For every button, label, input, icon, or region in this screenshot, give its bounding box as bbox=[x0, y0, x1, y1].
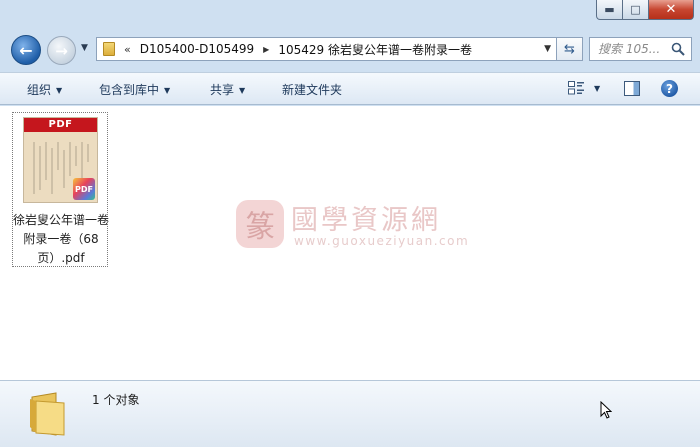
share-menu[interactable]: 共享 ▼ bbox=[210, 81, 245, 98]
close-button[interactable]: ✕ bbox=[649, 0, 694, 20]
address-dropdown-icon[interactable]: ▼ bbox=[544, 44, 551, 54]
include-in-library-menu[interactable]: 包含到库中 ▼ bbox=[99, 81, 170, 98]
command-bar: 组织 ▼ 包含到库中 ▼ 共享 ▼ 新建文件夹 ▼ ? bbox=[0, 72, 700, 105]
pdf-app-badge-icon: PDF bbox=[73, 178, 95, 200]
search-input[interactable] bbox=[598, 42, 676, 56]
folder-icon bbox=[103, 42, 115, 56]
watermark: 篆 國學資源網 www.guoxueziyuan.com bbox=[236, 198, 496, 254]
file-name-label[interactable]: 徐岩叟公年谱一卷附录一卷（68页）.pdf bbox=[13, 211, 109, 268]
refresh-button[interactable]: ⇆ bbox=[557, 37, 583, 61]
watermark-url: www.guoxueziyuan.com bbox=[294, 234, 470, 248]
organize-label: 组织 bbox=[27, 83, 52, 97]
caption-buttons: ▬ □ ✕ bbox=[596, 0, 694, 21]
recent-pages-dropdown[interactable]: ▼ bbox=[81, 43, 88, 53]
share-label: 共享 bbox=[210, 83, 235, 97]
address-bar[interactable]: « D105400-D105499 ▶ 105429 徐岩叟公年谱一卷附录一卷 … bbox=[96, 37, 557, 61]
maximize-button[interactable]: □ bbox=[623, 0, 649, 20]
organize-menu[interactable]: 组织 ▼ bbox=[27, 81, 62, 98]
item-count-status: 1 个对象 bbox=[92, 393, 140, 407]
chevron-down-icon: ▼ bbox=[239, 86, 246, 95]
search-box bbox=[589, 37, 692, 61]
chevron-down-icon: ▼ bbox=[164, 86, 171, 95]
navigation-bar: ← → ▼ « D105400-D105499 ▶ 105429 徐岩叟公年谱一… bbox=[0, 32, 700, 68]
forward-button[interactable]: → bbox=[47, 36, 76, 65]
pdf-thumbnail: PDF PDF bbox=[23, 117, 98, 203]
chevron-down-icon: ▼ bbox=[56, 86, 63, 95]
file-item-pdf[interactable]: PDF PDF 徐岩叟公年谱一卷附录一卷（68页）.pdf bbox=[12, 112, 109, 268]
mouse-cursor-icon bbox=[600, 401, 612, 419]
explorer-window: ▬ □ ✕ ← → ▼ « D105400-D105499 ▶ 105429 徐… bbox=[0, 0, 700, 447]
new-folder-label: 新建文件夹 bbox=[282, 83, 343, 97]
details-pane: 1 个对象 bbox=[0, 380, 700, 447]
new-folder-button[interactable]: 新建文件夹 bbox=[282, 81, 342, 98]
search-icon[interactable] bbox=[671, 42, 685, 56]
include-in-library-label: 包含到库中 bbox=[99, 83, 160, 97]
breadcrumb-segment-range[interactable]: D105400-D105499 bbox=[140, 42, 254, 56]
view-options-dropdown-icon[interactable]: ▼ bbox=[594, 84, 600, 93]
watermark-title: 國學資源網 bbox=[291, 205, 441, 236]
preview-pane-icon[interactable] bbox=[624, 81, 640, 96]
back-arrow-icon: ← bbox=[19, 40, 33, 60]
refresh-icon: ⇆ bbox=[564, 41, 575, 57]
minimize-button[interactable]: ▬ bbox=[596, 0, 623, 20]
breadcrumb-segment-current[interactable]: 105429 徐岩叟公年谱一卷附录一卷 bbox=[278, 41, 472, 58]
file-list-area[interactable]: PDF PDF 徐岩叟公年谱一卷附录一卷（68页）.pdf 篆 國學資源網 ww… bbox=[0, 106, 700, 380]
help-button[interactable]: ? bbox=[661, 80, 678, 97]
address-overflow-chevron[interactable]: « bbox=[124, 43, 131, 56]
back-button[interactable]: ← bbox=[11, 35, 41, 65]
folder-large-icon bbox=[30, 392, 65, 436]
change-view-icon[interactable] bbox=[568, 81, 584, 95]
forward-arrow-icon: → bbox=[55, 41, 68, 60]
breadcrumb-separator-icon[interactable]: ▶ bbox=[263, 45, 269, 54]
pdf-thumbnail-band: PDF bbox=[24, 118, 97, 132]
watermark-seal-icon: 篆 bbox=[236, 200, 284, 248]
